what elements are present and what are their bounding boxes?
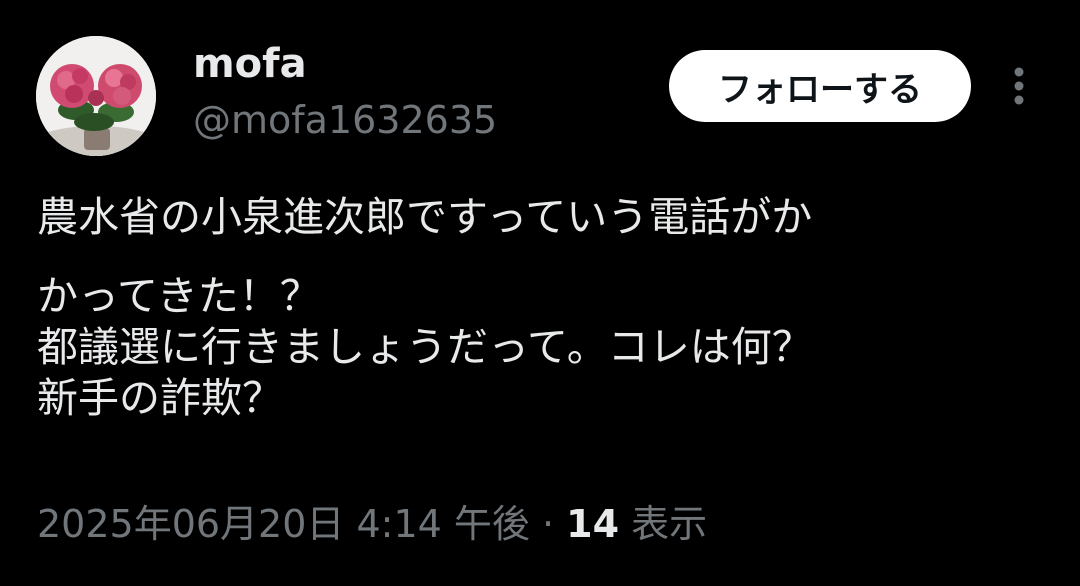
hydrangea-avatar-image: [36, 36, 156, 156]
tweet-meta: 2025年06月20日 4:14 午後 · 14 表示: [37, 505, 707, 543]
more-vertical-icon: [1014, 67, 1024, 105]
display-name[interactable]: mofa: [193, 44, 307, 84]
tweet-text: 農水省の小泉進次郎ですっていう電話がか かってきた！？ 都議選に行きましょうだっ…: [37, 192, 1057, 424]
tweet-text-line: 農水省の小泉進次郎ですっていう電話がか: [37, 193, 813, 241]
meta-separator: ·: [529, 502, 567, 546]
user-handle[interactable]: @mofa1632635: [193, 101, 497, 139]
views-label: 表示: [619, 502, 708, 546]
tweet-timestamp[interactable]: 2025年06月20日 4:14 午後: [37, 502, 530, 546]
tweet-text-line: かってきた！？: [37, 272, 321, 320]
tweet-text-line: 都議選に行きましょうだって。コレは何？: [37, 323, 813, 371]
tweet-text-line: 新手の詐欺？: [37, 374, 283, 422]
views-count[interactable]: 14: [566, 502, 619, 546]
avatar[interactable]: [36, 36, 156, 156]
follow-button[interactable]: フォローする: [669, 50, 971, 122]
more-options-button[interactable]: [998, 62, 1040, 110]
